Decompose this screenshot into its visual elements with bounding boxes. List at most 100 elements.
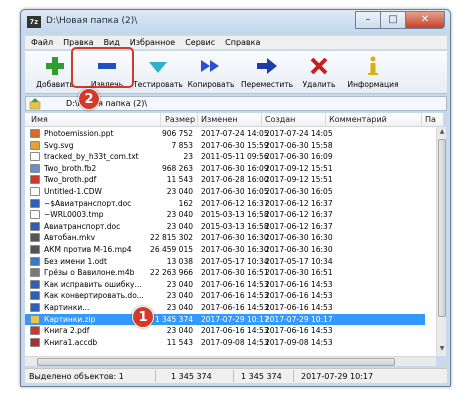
file-modified: 2017-06-28 16:00 [201,175,269,185]
file-size: 23 040 [166,326,193,336]
file-modified: 2017-06-30 16:30 [201,245,269,254]
menu-tools[interactable]: Сервис [180,38,220,47]
odt-icon [30,256,40,266]
vertical-scroll-thumb[interactable] [438,139,446,317]
menu-favorites[interactable]: Избранное [125,38,180,47]
accdb-icon [30,337,40,347]
file-row[interactable]: Two_broth.pdf 11 543 2017-06-28 16:00 2017-… [25,174,425,186]
file-created: 2017-05-17 10:34 [265,256,333,266]
file-created: 2017-09-12 15:51 [265,175,333,185]
file-modified: 2017-06-30 16:30 [201,233,269,243]
maximize-button[interactable]: □ [380,11,406,29]
file-modified: 2017-06-16 14:53 [201,326,269,336]
menu-file[interactable]: Файл [25,38,58,47]
file-row[interactable]: ~WRL0003.tmp 23 040 2015-03-13 16:58 2017-0… [25,209,425,221]
folder-up-icon[interactable] [29,98,41,110]
delete-button[interactable]: Удалить [301,51,337,94]
file-row[interactable]: АКМ против М-16.mp4 26 459 015 2017-06-30 … [25,244,425,256]
move-button[interactable]: Переместить [239,51,295,94]
file-row[interactable]: Картинки... 23 040 2017-06-16 14:53 2017-06… [25,302,425,314]
file-row[interactable]: Грёзы о Вавилоне.m4b 22 263 966 2017-06-30… [25,267,425,279]
fb2-icon [30,163,40,173]
file-row[interactable]: Автобан.mkv 22 815 302 2017-06-30 16:30 201… [25,232,425,244]
file-row[interactable]: Two_broth.fb2 968 263 2017-06-30 16:09 2017… [25,163,425,175]
file-size: 22 263 966 [150,268,193,278]
file-name: Грёзы о Вавилоне.m4b [44,268,135,278]
file-modified: 2017-06-30 15:59 [201,140,269,150]
horizontal-scrollbar[interactable] [25,356,436,366]
file-modified: 2011-05-11 09:56 [201,152,269,162]
file-name: ~$Авиатранспорт.doc [44,198,132,208]
file-modified: 2017-07-29 10:17 [201,314,269,324]
column-created[interactable]: Создан [265,115,295,124]
horizontal-scroll-thumb[interactable] [37,358,395,366]
copy-button[interactable]: Копировать [187,51,235,94]
status-modified: 2017-07-29 10:17 [301,372,374,381]
copy-label: Копировать [187,80,235,89]
file-list: Photoemission.ppt 906 752 2017-07-24 14:05… [25,127,443,356]
column-name[interactable]: Имя [31,115,48,124]
test-button[interactable]: Тестировать [133,51,183,94]
file-name: Как конвертировать.do... [44,291,144,301]
file-row[interactable]: Книга 2.pdf 23 040 2017-06-16 14:53 2017-06… [25,325,425,337]
file-row[interactable]: Без имени 1.odt 13 038 2017-05-17 10:34 201… [25,256,425,268]
file-row[interactable]: Авиатранспорт.doc 23 040 2015-03-13 16:58 2… [25,221,425,233]
doc-icon [30,221,40,231]
file-row[interactable]: Svg.svg 7 853 2017-06-30 15:59 2017-06-30 1… [25,140,425,152]
double-arrow-icon [199,54,223,78]
move-label: Переместить [240,80,294,89]
file-row[interactable]: Photoemission.ppt 906 752 2017-07-24 14:05… [25,128,425,140]
app-icon: 7z [27,16,41,28]
cdw-icon [30,187,40,196]
doc-icon [30,279,40,289]
file-modified: 2017-06-30 16:05 [201,187,269,196]
file-size: 23 040 [166,210,193,220]
file-created: 2017-06-30 16:30 [265,233,333,243]
minimize-button[interactable]: – [355,11,381,29]
scroll-up-icon[interactable]: ▲ [438,128,446,138]
close-button[interactable]: ✕ [405,11,445,29]
check-icon [146,54,170,78]
file-created: 2017-06-30 15:58 [265,140,333,150]
file-row[interactable]: tracked_by_h33t_com.txt 23 2011-05-11 09:5… [25,151,425,163]
file-name: Как исправить ошибку... [44,279,142,289]
column-size[interactable]: Размер [165,115,195,124]
status-bar: Выделено объектов: 1 1 345 374 1 345 374… [25,368,447,383]
svg-icon [30,140,40,150]
zip-icon [30,314,40,324]
title-bar[interactable]: 7z D:\Новая папка (2)\ – □ ✕ [21,10,450,34]
selected-file-row[interactable]: Картинки.zip 1 345 374 2017-07-29 10:17 201… [25,313,425,326]
file-row[interactable]: Untitled-1.CDW 23 040 2017-06-30 16:05 2017… [25,186,425,198]
menu-edit[interactable]: Правка [58,38,98,47]
column-modified[interactable]: Изменен [201,115,238,124]
info-button[interactable]: Информация [345,51,401,94]
file-created: 2017-06-16 14:53 [265,303,333,312]
pdf-icon [30,175,40,185]
file-size: 23 040 [166,187,193,196]
add-button[interactable]: Добавить [36,51,74,94]
file-name: Авиатранспорт.doc [44,221,121,231]
status-size: 1 345 374 [171,372,212,381]
test-label: Тестировать [133,80,183,89]
file-row[interactable]: Как конвертировать.do... 23 040 2017-06-16… [25,290,425,302]
vertical-scrollbar[interactable]: ▲ ▼ [436,127,446,356]
menu-view[interactable]: Вид [99,38,125,47]
file-name: ~WRL0003.tmp [44,210,104,220]
column-header: Имя Размер Изменен Создан Комментарий Па [25,113,443,127]
file-row[interactable]: Книга1.accdb 11 543 2017-09-08 14:53 2017-0… [25,337,425,349]
file-size: 968 263 [161,163,193,173]
audio-icon [30,268,40,278]
file-size: 7 853 [171,140,193,150]
file-size: 23 040 [166,303,193,312]
file-size: 11 543 [166,337,193,347]
file-row[interactable]: Как исправить ошибку... 23 040 2017-06-16 … [25,279,425,291]
file-created: 2017-06-30 16:51 [265,268,333,278]
column-folder[interactable]: Па [425,115,436,124]
scroll-down-icon[interactable]: ▼ [438,345,446,355]
file-size: 23 040 [166,221,193,231]
menu-help[interactable]: Справка [220,38,265,47]
file-modified: 2017-07-24 14:05 [201,129,269,138]
status-selected: Выделено объектов: 1 [29,372,124,381]
column-comment[interactable]: Комментарий [329,115,387,124]
file-row[interactable]: ~$Авиатранспорт.doc 162 2017-06-12 16:37 20… [25,198,425,210]
